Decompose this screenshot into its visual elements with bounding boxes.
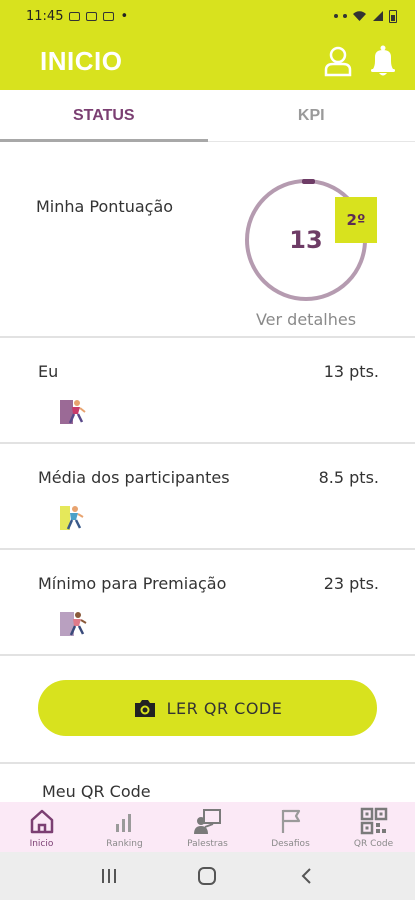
home-circle-icon <box>198 867 217 885</box>
nav-label: Desafios <box>271 839 310 849</box>
nav-item-qr-code[interactable]: QR Code <box>332 802 415 852</box>
nav-label: Palestras <box>187 839 228 849</box>
bell-icon[interactable] <box>369 45 397 77</box>
status-bar-right <box>334 9 397 23</box>
nav-label: Ranking <box>106 839 143 849</box>
tab-bar: STATUS KPI <box>0 90 415 142</box>
runner-icon <box>60 612 87 636</box>
read-qr-code-label: LER QR CODE <box>166 698 283 718</box>
nav-item-ranking[interactable]: Ranking <box>83 802 166 852</box>
rank-badge: 2º <box>335 197 377 243</box>
stat-label: Eu <box>38 362 59 381</box>
nav-item-palestras[interactable]: Palestras <box>166 802 249 852</box>
tab-status[interactable]: STATUS <box>0 90 208 142</box>
stat-row-average: Média dos participantes 8.5 pts. <box>0 444 415 550</box>
system-navigation-bar <box>0 852 415 900</box>
stat-value: 8.5 pts. <box>318 468 379 487</box>
bottom-nav: Inicio Ranking Palestras Desafios QR Cod… <box>0 802 415 852</box>
score-card: Minha Pontuação 13 2º Ver detalhes <box>0 142 415 338</box>
status-dot: • <box>120 8 129 24</box>
presentation-icon <box>193 809 221 834</box>
read-qr-code-button[interactable]: LER QR CODE <box>38 680 377 736</box>
status-bar-left: 11:45 • <box>26 9 128 24</box>
runner-icon <box>60 506 84 530</box>
page-title: INICIO <box>40 45 123 76</box>
alarm-icon <box>334 14 338 18</box>
stat-row-minimum: Mínimo para Premiação 23 pts. <box>0 550 415 656</box>
nav-label: Inicio <box>29 839 54 849</box>
stat-value: 23 pts. <box>323 574 379 593</box>
cast-icon <box>103 11 115 21</box>
bar-chart-icon <box>115 814 131 832</box>
image-icon <box>86 11 98 21</box>
header-actions <box>323 45 397 77</box>
stat-label: Mínimo para Premiação <box>38 574 227 593</box>
flag-icon <box>281 809 300 833</box>
home-button[interactable] <box>187 856 227 896</box>
app-header: INICIO <box>0 32 415 90</box>
status-time: 11:45 <box>26 8 64 24</box>
nav-item-inicio[interactable]: Inicio <box>0 802 83 852</box>
user-icon[interactable] <box>323 45 353 77</box>
runner-icon <box>60 400 86 424</box>
recent-apps-icon <box>102 869 117 883</box>
qr-code-icon <box>360 807 387 835</box>
my-qr-code-label: Meu QR Code <box>42 782 151 801</box>
mute-icon <box>343 14 347 18</box>
my-qr-code-row[interactable]: Meu QR Code <box>0 762 415 802</box>
notification-icon <box>69 11 81 21</box>
stat-row-self: Eu 13 pts. <box>0 338 415 444</box>
camera-icon <box>134 700 155 717</box>
stat-label: Média dos participantes <box>38 468 230 487</box>
battery-icon <box>389 9 397 23</box>
signal-icon <box>373 11 383 21</box>
score-label: Minha Pontuação <box>36 197 174 216</box>
nav-item-desafios[interactable]: Desafios <box>249 802 332 852</box>
back-icon <box>301 868 311 884</box>
status-bar: 11:45 • <box>0 0 415 32</box>
tab-kpi[interactable]: KPI <box>208 90 415 141</box>
details-link[interactable]: Ver detalhes <box>244 310 368 329</box>
recent-apps-button[interactable] <box>89 856 129 896</box>
home-icon <box>30 809 53 834</box>
nav-label: QR Code <box>353 839 394 849</box>
wifi-icon <box>353 11 366 21</box>
stat-value: 13 pts. <box>323 362 379 381</box>
back-button[interactable] <box>286 856 326 896</box>
